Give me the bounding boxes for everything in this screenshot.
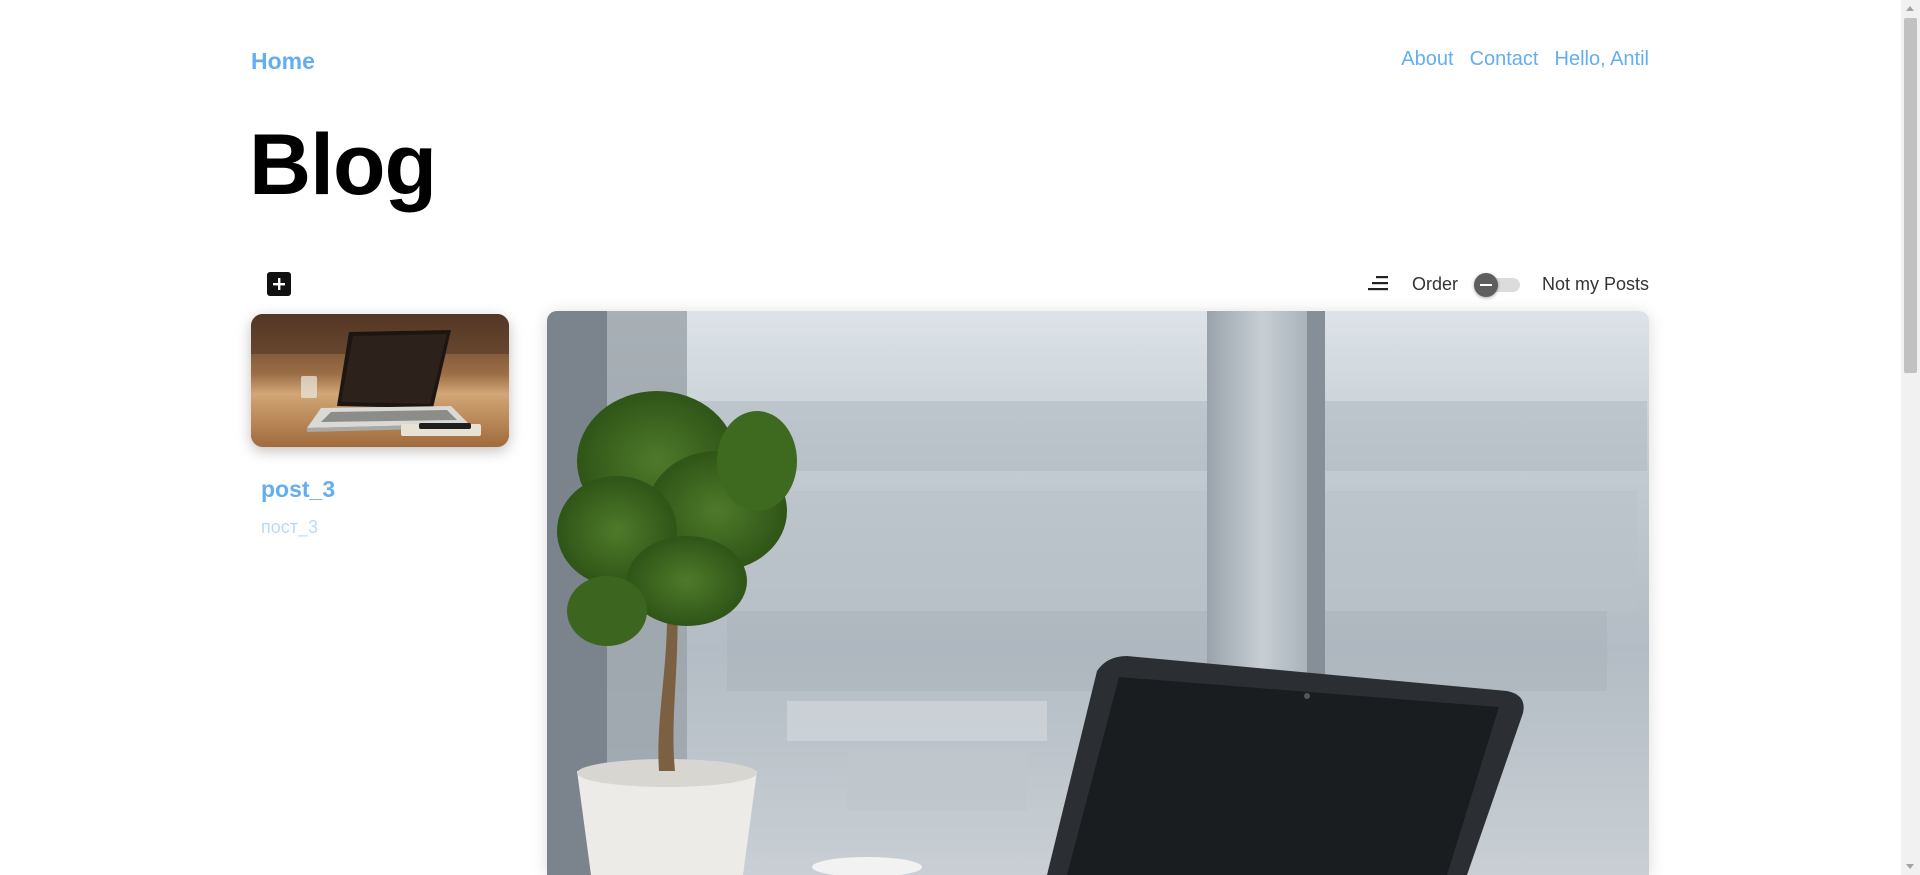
sort-descending-icon[interactable] [1366, 273, 1392, 295]
order-toggle[interactable] [1473, 273, 1520, 297]
nav-links: About Contact Hello, Antil [1401, 48, 1649, 71]
post-card[interactable]: post_3 пост_3 [251, 314, 509, 538]
featured-image [547, 311, 1649, 875]
post-controls: Order Not my Posts [1366, 271, 1649, 297]
order-label: Order [1411, 273, 1458, 294]
post-subtitle: пост_3 [261, 517, 319, 537]
post-thumbnail [251, 314, 509, 447]
toggle-knob [1473, 273, 1498, 297]
scroll-thumb[interactable] [1904, 18, 1917, 373]
plus-square-icon [273, 278, 285, 290]
nav-user-link[interactable]: Hello, Antil [1555, 48, 1650, 71]
page-title: Blog [249, 117, 437, 213]
nav-home-link[interactable]: Home [251, 48, 315, 75]
nav-about-link[interactable]: About [1401, 48, 1453, 71]
scroll-down-icon[interactable] [1906, 864, 1914, 869]
add-post-button[interactable] [267, 272, 291, 296]
post-title[interactable]: post_3 [261, 476, 509, 503]
minus-icon [1479, 284, 1492, 286]
nav-contact-link[interactable]: Contact [1470, 48, 1539, 71]
page-container: Home About Contact Hello, Antil Blog Ord… [249, 0, 1649, 875]
scroll-up-icon[interactable] [1906, 6, 1914, 11]
laptop-plant-office-illustration [547, 311, 1649, 875]
page-scrollbar[interactable] [1901, 0, 1920, 875]
laptop-photo-illustration [251, 314, 509, 447]
top-nav: Home About Contact Hello, Antil [251, 48, 1649, 76]
not-my-posts-label[interactable]: Not my Posts [1542, 274, 1649, 295]
